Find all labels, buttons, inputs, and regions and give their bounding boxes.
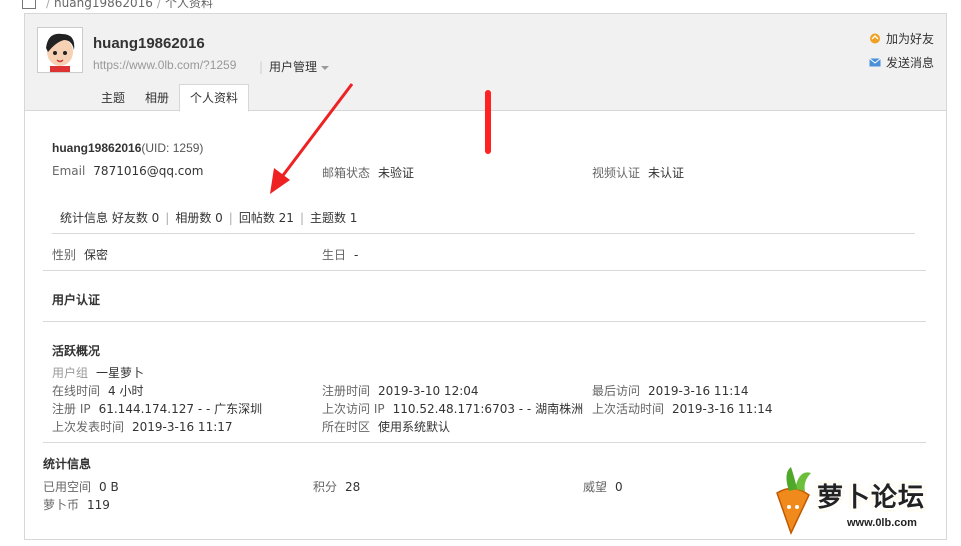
divider — [52, 233, 915, 234]
envelope-icon — [869, 58, 881, 67]
tab-albums[interactable]: 相册 — [135, 85, 179, 111]
divider — [43, 270, 926, 271]
profile-name-row: huang19862016(UID: 1259) — [52, 141, 203, 155]
birthday-row: 生日 - — [322, 248, 359, 262]
video-auth-value: 未认证 — [648, 166, 685, 180]
annotation-mark — [485, 90, 491, 154]
video-auth-row: 视频认证 未认证 — [592, 166, 685, 180]
email-row: Email 7871016@qq.com — [52, 164, 204, 178]
send-message-button[interactable]: 发送消息 — [869, 54, 934, 78]
breadcrumb-page: 个人资料 — [164, 0, 213, 10]
activity-title: 活跃概况 — [52, 344, 101, 358]
mail-status-value: 未验证 — [378, 166, 415, 180]
online-time-row: 在线时间 4 小时 — [52, 384, 144, 398]
breadcrumb-user[interactable]: huang19862016 — [54, 0, 153, 10]
reg-time-row: 注册时间 2019-3-10 12:04 — [322, 384, 479, 398]
tab-profile[interactable]: 个人资料 — [179, 84, 250, 112]
last-post-row: 上次发表时间 2019-3-16 11:17 — [52, 420, 233, 434]
user-manage-menu[interactable]: | 用户管理 — [259, 58, 330, 75]
timezone-row: 所在时区 使用系统默认 — [322, 420, 451, 434]
add-friend-button[interactable]: 加为好友 — [869, 30, 934, 54]
statistics-title: 统计信息 — [43, 457, 92, 471]
watermark-text: 萝卜论坛 — [817, 483, 926, 513]
email-value: 7871016@qq.com — [93, 164, 204, 178]
divider — [43, 442, 926, 443]
chevron-down-icon — [321, 65, 330, 70]
watermark-logo: 萝卜论坛 www.0lb.com — [769, 463, 945, 537]
home-icon[interactable] — [22, 0, 36, 9]
prestige-row: 威望 0 — [583, 480, 623, 494]
space-row: 已用空间 0 B — [43, 480, 119, 494]
replies-count-link[interactable]: 回帖数 21 — [239, 211, 294, 225]
profile-username: huang19862016 — [93, 35, 205, 52]
profile-name: huang19862016 — [52, 141, 142, 155]
gender-row: 性别 保密 — [52, 248, 109, 262]
profile-url[interactable]: https://www.0lb.com/?1259 — [93, 58, 236, 72]
send-message-label: 发送消息 — [885, 56, 934, 70]
last-active-row: 上次活动时间 2019-3-16 11:14 — [592, 402, 773, 416]
profile-uid: (UID: 1259) — [141, 141, 204, 155]
breadcrumb: / huang19862016/个人资料 — [22, 0, 213, 10]
gender-value: 保密 — [84, 248, 109, 262]
stats-row: 统计信息 好友数 0 | 相册数 0 | 回帖数 21 | 主题数 1 — [60, 211, 358, 225]
divider — [43, 321, 926, 322]
auth-title: 用户认证 — [52, 293, 101, 307]
add-friend-label: 加为好友 — [885, 32, 934, 46]
points-row: 积分 28 — [313, 480, 361, 494]
handshake-icon — [869, 33, 880, 44]
profile-actions: 加为好友 发送消息 — [869, 30, 934, 78]
reg-ip-row: 注册 IP 61.144.174.127 - - 广东深圳 — [52, 402, 263, 416]
last-visit-row: 最后访问 2019-3-16 11:14 — [592, 384, 749, 398]
user-group-row: 用户组 一星萝卜 — [52, 366, 145, 380]
user-group-value[interactable]: 一星萝卜 — [96, 366, 144, 380]
coin-row: 萝卜币 119 — [43, 498, 110, 512]
albums-count-link[interactable]: 相册数 0 — [175, 211, 222, 225]
tab-threads[interactable]: 主题 — [91, 85, 135, 111]
user-manage-label: 用户管理 — [269, 60, 318, 74]
threads-count-link[interactable]: 主题数 1 — [310, 211, 357, 225]
birthday-value: - — [354, 248, 359, 262]
watermark-url: www.0lb.com — [845, 517, 919, 529]
profile-tabs: 主题 相册 个人资料 — [91, 84, 250, 112]
friends-count-link[interactable]: 好友数 0 — [112, 211, 159, 225]
annotation-arrow — [270, 83, 354, 194]
last-ip-row: 上次访问 IP 110.52.48.171:6703 - - 湖南株洲 — [322, 402, 584, 416]
avatar[interactable] — [37, 27, 83, 73]
